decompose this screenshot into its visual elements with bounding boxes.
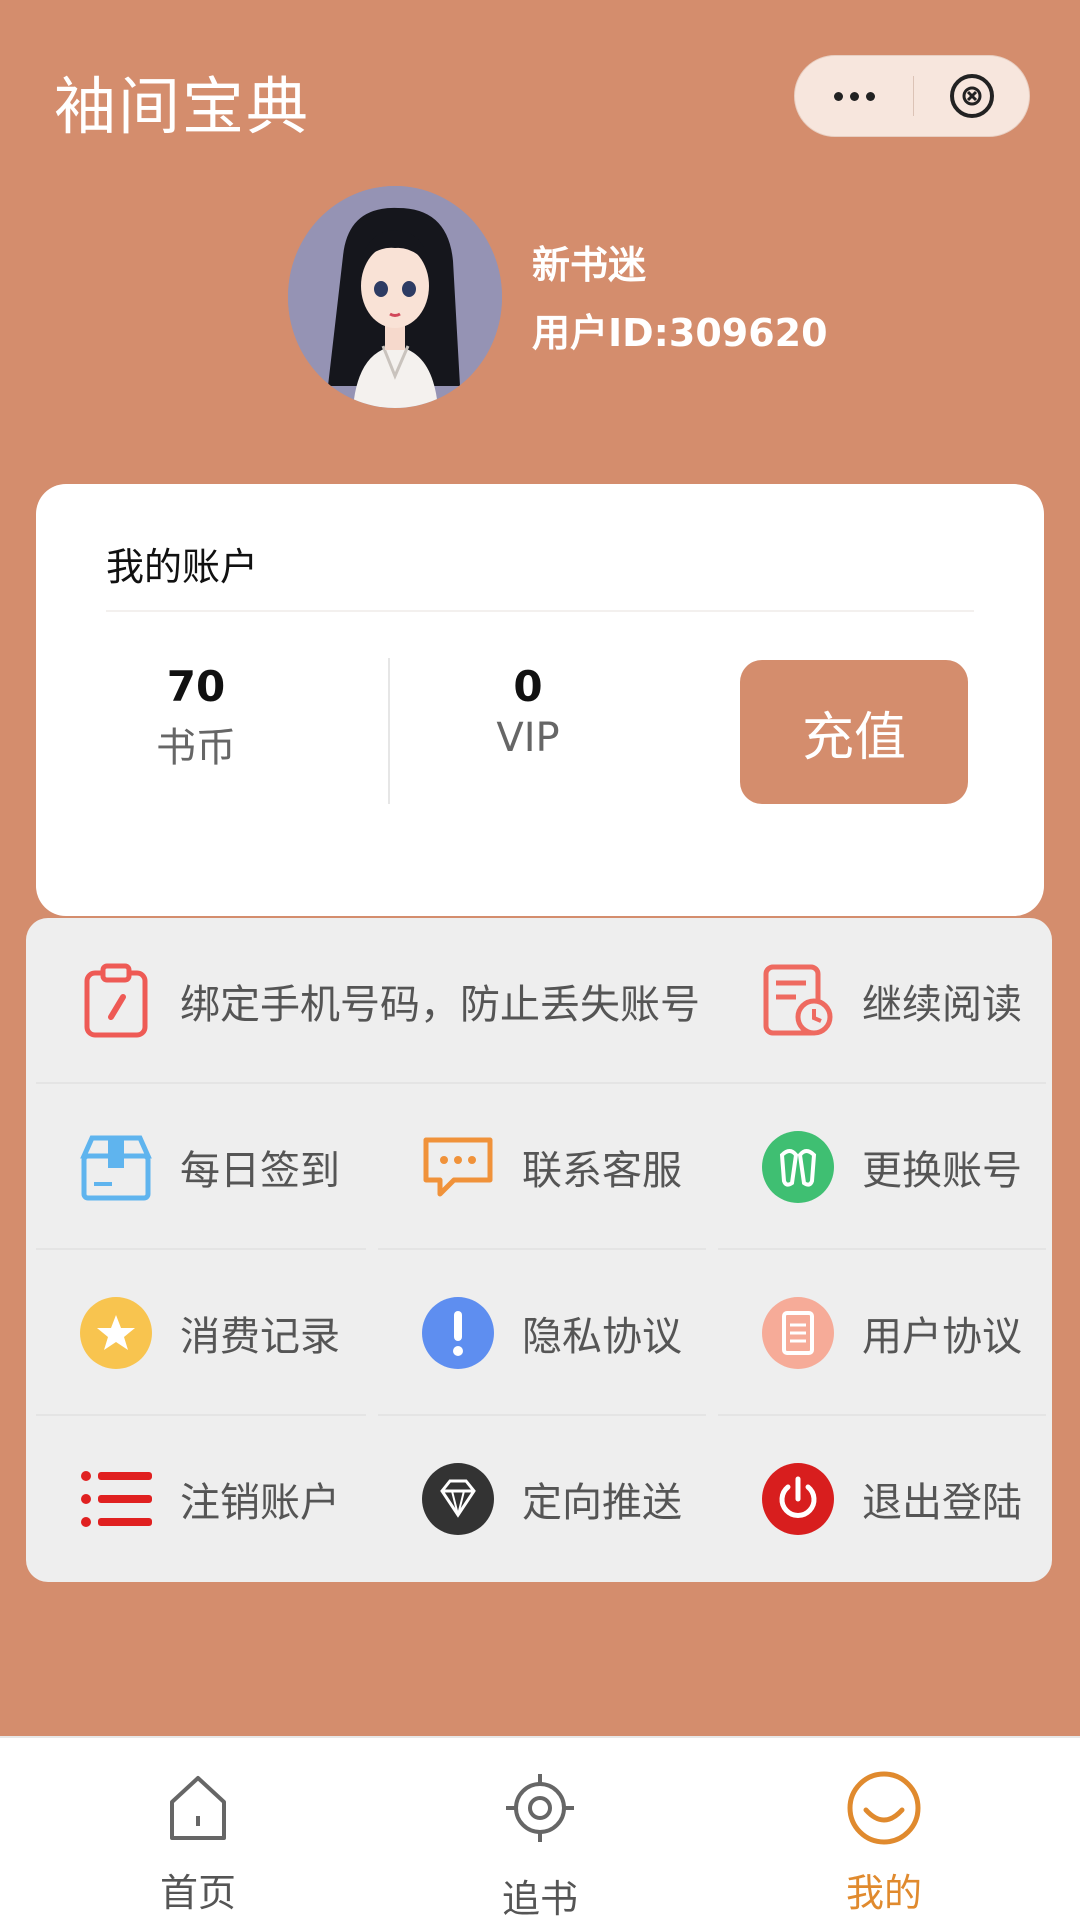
switch-account-item[interactable]: 更换账号	[758, 1084, 1022, 1250]
logout-label: 退出登陆	[862, 1480, 1022, 1526]
menu-row: 注销账户 定向推送 退出登陆	[26, 1416, 1052, 1582]
app-title: 袖间宝典	[54, 70, 311, 143]
menu-row: 绑定手机号码，防止丢失账号 继续阅读	[26, 918, 1052, 1084]
power-icon	[758, 1459, 838, 1539]
privacy-policy-item[interactable]: 隐私协议	[418, 1250, 682, 1416]
home-icon	[158, 1768, 238, 1848]
tab-home[interactable]: 首页	[98, 1738, 298, 1920]
stat-divider	[388, 658, 390, 804]
tab-mine-label: 我的	[845, 1871, 922, 1915]
daily-checkin-label: 每日签到	[180, 1148, 340, 1194]
star-icon	[76, 1293, 156, 1373]
tab-follow-label: 追书	[501, 1877, 578, 1920]
document-icon	[758, 1293, 838, 1373]
user-agreement-label: 用户协议	[862, 1314, 1022, 1360]
tab-follow[interactable]: 追书	[440, 1738, 640, 1920]
reading-clock-icon	[758, 961, 838, 1041]
avatar[interactable]	[288, 186, 502, 408]
smile-icon	[844, 1768, 924, 1848]
contact-service-label: 联系客服	[522, 1148, 682, 1194]
cancel-account-label: 注销账户	[180, 1480, 340, 1526]
targeted-push-label: 定向推送	[522, 1480, 682, 1526]
consumption-records-label: 消费记录	[180, 1314, 340, 1360]
switch-account-label: 更换账号	[862, 1148, 1022, 1194]
coins-value: 70	[166, 662, 226, 711]
account-card: 我的账户 70 书币 0 VIP 充值	[36, 484, 1044, 916]
user-agreement-item[interactable]: 用户协议	[758, 1250, 1022, 1416]
target-icon	[500, 1768, 580, 1848]
consumption-records-item[interactable]: 消费记录	[76, 1250, 340, 1416]
gift-box-icon	[76, 1127, 156, 1207]
mini-program-capsule	[794, 55, 1030, 137]
menu-row: 消费记录 隐私协议 用户协议	[26, 1250, 1052, 1416]
user-id: 用户ID:309620	[532, 311, 828, 355]
privacy-policy-label: 隐私协议	[522, 1314, 682, 1360]
exclamation-icon	[418, 1293, 498, 1373]
contact-service-item[interactable]: 联系客服	[418, 1084, 682, 1250]
coins-label: 书币	[156, 725, 236, 771]
account-divider	[106, 610, 974, 612]
coins-stat: 70 书币	[126, 662, 266, 773]
account-title: 我的账户	[106, 545, 259, 589]
menu-row: 每日签到 联系客服 更换账号	[26, 1084, 1052, 1250]
vip-value: 0	[513, 662, 543, 711]
clipboard-edit-icon	[76, 961, 156, 1041]
bind-phone-label: 绑定手机号码，防止丢失账号	[180, 982, 700, 1028]
tab-home-label: 首页	[159, 1871, 236, 1915]
chat-bubble-icon	[418, 1127, 498, 1207]
close-icon[interactable]	[914, 71, 1029, 121]
list-icon	[76, 1459, 156, 1539]
logout-item[interactable]: 退出登陆	[758, 1416, 1022, 1582]
recharge-button[interactable]: 充值	[740, 660, 968, 804]
user-name: 新书迷	[532, 243, 647, 287]
vip-stat: 0 VIP	[458, 662, 598, 761]
daily-checkin-item[interactable]: 每日签到	[76, 1084, 340, 1250]
switch-account-icon	[758, 1127, 838, 1207]
vip-label: VIP	[496, 715, 560, 761]
bind-phone-item[interactable]: 绑定手机号码，防止丢失账号	[76, 918, 700, 1084]
targeted-push-item[interactable]: 定向推送	[418, 1416, 682, 1582]
cancel-account-item[interactable]: 注销账户	[76, 1416, 340, 1582]
continue-reading-label: 继续阅读	[862, 982, 1022, 1028]
tab-bar: 首页 追书 我的	[0, 1736, 1080, 1920]
continue-reading-item[interactable]: 继续阅读	[758, 918, 1022, 1084]
more-icon[interactable]	[795, 56, 913, 136]
menu-card: 绑定手机号码，防止丢失账号 继续阅读 每日签到 联系客服 更换账号 消费记录 隐…	[26, 918, 1052, 1582]
tab-mine[interactable]: 我的	[784, 1738, 984, 1920]
diamond-icon	[418, 1459, 498, 1539]
